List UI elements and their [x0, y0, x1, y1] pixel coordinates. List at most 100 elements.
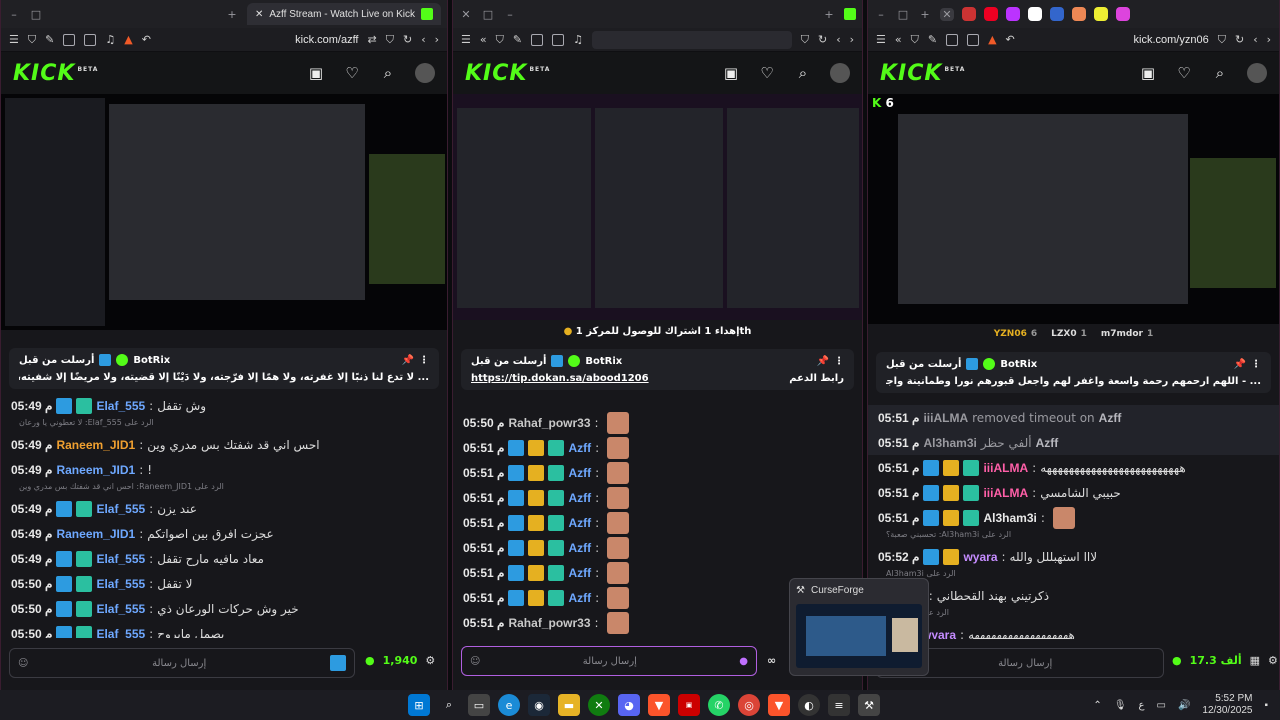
new-tab-icon[interactable]: + [918, 8, 932, 21]
collapse-icon[interactable]: « [895, 33, 902, 46]
volume-icon[interactable]: 🔊 [1178, 700, 1190, 711]
reply-context[interactable]: الرد على Raneem_JID1: احس اني قد شفتك بس… [1, 482, 447, 496]
screenshot-icon[interactable] [531, 33, 544, 46]
menu-icon[interactable]: ☰ [9, 33, 19, 46]
maximize-icon[interactable]: □ [29, 8, 43, 21]
twitch-tab-icon[interactable] [1006, 7, 1020, 21]
chat-message[interactable]: 05:51 م Al3ham3i: [868, 505, 1279, 530]
stream-video[interactable]: K 6 [868, 94, 1279, 324]
new-tab-icon[interactable]: + [822, 8, 836, 21]
tab-icon[interactable] [1094, 7, 1108, 21]
chat-username[interactable]: Rahaf_powr33 [508, 416, 590, 430]
heart-icon[interactable]: ♡ [1175, 64, 1193, 82]
brave-active-icon[interactable]: ▼ [768, 694, 790, 716]
reply-context[interactable]: الرد على Al3ham3i: تحسبني صعبة؟ [868, 530, 1279, 544]
calendar-icon[interactable]: ▦ [1250, 654, 1260, 667]
target-username[interactable]: Azff [1099, 411, 1122, 425]
chat-message[interactable]: 05:51 م iiiALMA removed timeout on Azff [868, 405, 1279, 430]
sidebar-icon[interactable] [552, 33, 565, 46]
screenshot-icon[interactable] [946, 33, 959, 46]
stream-video[interactable] [453, 94, 862, 320]
chat-username[interactable]: Rahaf_powr33 [508, 616, 590, 630]
news-icon[interactable]: ▣ [678, 694, 700, 716]
edge-icon[interactable]: e [498, 694, 520, 716]
brave-shield-icon[interactable]: ▲ [988, 33, 996, 46]
app-tab-icon[interactable] [1050, 7, 1064, 21]
music-icon[interactable]: ♫ [573, 33, 583, 46]
extension-icon[interactable]: ✎ [45, 33, 54, 46]
reload-icon[interactable]: ↻ [1235, 33, 1244, 46]
reply-context[interactable]: الرد على roree11 [868, 608, 1279, 622]
game-tab-icon[interactable] [1072, 7, 1086, 21]
close-tab-icon[interactable]: ✕ [255, 9, 263, 20]
search-icon[interactable]: ⌕ [794, 64, 812, 82]
chat-username[interactable]: Elaf_555 [96, 399, 145, 413]
chat-username[interactable]: Elaf_555 [96, 502, 145, 516]
language-indicator[interactable]: ع [1139, 700, 1145, 711]
pinned-link[interactable]: https://tip.dokan.sa/abood1206 [471, 373, 649, 384]
chat-username[interactable]: Raneem_JID1 [56, 463, 135, 477]
chat-message[interactable]: 05:51 م iiiALMA: ههههههههههههههههههههههههه… [868, 455, 1279, 480]
extension-icon[interactable]: ✎ [513, 33, 522, 46]
obs-icon[interactable]: ◐ [798, 694, 820, 716]
chat-message[interactable]: 05:51 م Al3ham3i ألفي حظر Azff [868, 430, 1279, 455]
tab-azff-stream[interactable]: ✕ Azff Stream - Watch Live on Kick [247, 3, 441, 25]
infinity-icon[interactable]: ∞ [767, 654, 776, 667]
chat-message[interactable]: 05:50 م Elaf_555: بصمل مابروح [1, 621, 447, 638]
chat-username[interactable]: Raneem_JID1 [56, 438, 135, 452]
url-field[interactable] [591, 30, 792, 49]
network-icon[interactable]: ▭ [1156, 700, 1165, 711]
menu-icon[interactable]: ☰ [876, 33, 886, 46]
chat-username[interactable]: Elaf_555 [96, 602, 145, 616]
extension-icon[interactable]: ✎ [928, 33, 937, 46]
chat-username[interactable]: Azff [568, 516, 591, 530]
top-viewer[interactable]: LZX0 1 [1051, 329, 1087, 339]
shield-icon[interactable]: ⛉ [28, 33, 36, 47]
maximize-icon[interactable]: □ [896, 8, 910, 21]
reply-context[interactable]: الرد على Elaf_555: لا تعطوني يا ورعان [1, 418, 447, 432]
tab-icon[interactable] [1116, 7, 1130, 21]
emote-icon[interactable]: ☺ [18, 658, 28, 669]
chat-message[interactable]: 05:51 م Azff: [453, 485, 862, 510]
minimize-icon[interactable]: – [7, 8, 21, 21]
sidebar-icon[interactable] [84, 33, 97, 46]
chat-username[interactable]: Azff [568, 491, 591, 505]
heart-icon[interactable]: ♡ [343, 64, 361, 82]
chevron-up-icon[interactable]: ⌃ [1093, 700, 1101, 711]
notification-icon[interactable]: ▪ [1264, 700, 1268, 711]
close-tab-icon[interactable]: ✕ [940, 7, 954, 21]
mic-icon[interactable]: 🎙 [1114, 700, 1127, 711]
whatsapp-icon[interactable]: ✆ [708, 694, 730, 716]
share-icon[interactable]: ⇄ [368, 33, 377, 46]
chat-message[interactable]: 05:49 م Raneem_JID1:! [1, 457, 447, 482]
chat-message[interactable]: 05:50 م Elaf_555: لا تقفل [1, 571, 447, 596]
reload-icon[interactable]: ↻ [818, 33, 827, 46]
chat-username[interactable]: Al3ham3i [923, 436, 976, 450]
more-icon[interactable]: ⋮ [834, 356, 844, 367]
browse-icon[interactable]: ▣ [307, 64, 325, 82]
folder-icon[interactable]: ▬ [558, 694, 580, 716]
chat-message[interactable]: 05:49 م Raneem_JID1: احس اني قد شفتك بس مد… [1, 432, 447, 457]
heart-icon[interactable]: ♡ [758, 64, 776, 82]
points-icon[interactable]: ● [1172, 654, 1182, 667]
start-icon[interactable]: ⊞ [408, 694, 430, 716]
back-icon[interactable]: ‹ [836, 33, 840, 46]
chat-username[interactable]: iiiALMA [983, 486, 1028, 500]
points-icon[interactable]: ● [365, 654, 375, 667]
forward-icon[interactable]: › [1267, 33, 1271, 46]
chat-message[interactable]: 05:51 م Azff: [453, 510, 862, 535]
xbox-icon[interactable]: ✕ [588, 694, 610, 716]
brave-shield-icon[interactable]: ▲ [124, 33, 132, 46]
bookmark-icon[interactable]: ⛉ [386, 33, 394, 47]
chat-username[interactable]: Elaf_555 [96, 627, 145, 639]
bookmark-icon[interactable]: ⛉ [801, 33, 809, 47]
chat-message[interactable]: 05:49 م Elaf_555: عند يزن [1, 496, 447, 521]
chat-username[interactable]: Elaf_555 [96, 552, 145, 566]
chat-username[interactable]: Raneem_JID1 [56, 527, 135, 541]
screenshot-icon[interactable] [63, 33, 76, 46]
music-icon[interactable]: ♫ [105, 33, 115, 46]
collapse-icon[interactable]: « [480, 33, 487, 46]
shield-icon[interactable]: ⛉ [496, 33, 504, 47]
pin-icon[interactable]: 📌 [817, 356, 829, 367]
chat-message[interactable]: 05:51 م Azff: [453, 435, 862, 460]
